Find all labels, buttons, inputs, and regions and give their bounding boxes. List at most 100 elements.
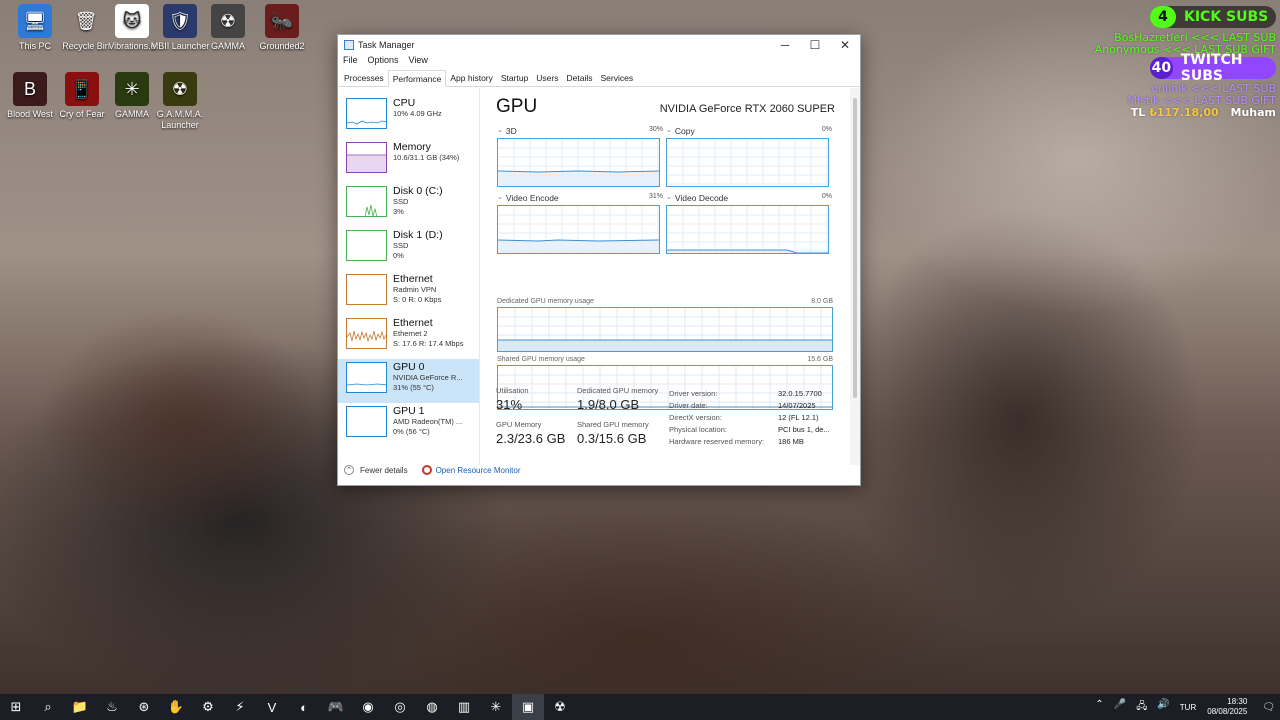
sidebar-item-detail: 3%	[393, 206, 404, 216]
menu-view[interactable]: View	[409, 55, 434, 69]
menu-options[interactable]: Options	[368, 55, 405, 69]
sidebar-item-disk-0-c[interactable]: Disk 0 (C:) SSD 3%	[338, 183, 479, 227]
maximize-button[interactable]: ☐	[800, 35, 830, 55]
sidebar-item-name: Memory	[393, 141, 431, 153]
sidebar-item-name: CPU	[393, 97, 416, 109]
tab-startup[interactable]: Startup	[497, 70, 532, 86]
twitch-subs-counter: 40 TWITCH SUBS	[1150, 52, 1276, 84]
desktop-icon[interactable]: B Blood West	[0, 72, 60, 120]
app-icon: B	[13, 72, 47, 106]
utilisation-label: Utilisation	[496, 386, 529, 395]
clock[interactable]: 18:30 08/08/2025	[1207, 697, 1247, 717]
system-tray: ⌃ 🎤 🖧 🔊 TUR 18:30 08/08/2025 🗨	[1090, 694, 1280, 720]
engine-graph-video-encode[interactable]: ⌄ Video Encode 31%	[497, 193, 663, 254]
sidebar-item-detail: NVIDIA GeForce R...	[393, 373, 463, 382]
network-icon[interactable]: 🖧	[1136, 699, 1147, 716]
taskbar-app-button[interactable]: ⚡	[224, 694, 256, 720]
taskbar-app-button[interactable]: ▣	[512, 694, 544, 720]
gpu-title: GPU	[496, 96, 538, 117]
tab-details[interactable]: Details	[563, 70, 597, 86]
taskbar-app-button[interactable]: ◎	[384, 694, 416, 720]
clock-time: 18:30	[1227, 697, 1248, 706]
tab-users[interactable]: Users	[532, 70, 562, 86]
scrollbar[interactable]	[850, 88, 860, 465]
sidebar-item-detail: S: 17.6 R: 17.4 Mbps	[393, 338, 464, 348]
show-hidden-icons[interactable]: ⌃	[1095, 699, 1103, 716]
engine-chevron-icon[interactable]: ⌄	[666, 193, 672, 205]
sidebar-thumbnail	[346, 186, 387, 217]
detail-key: Driver date:	[669, 401, 708, 410]
kick-subs-counter: 4 KICK SUBS	[1150, 6, 1276, 28]
volume-icon[interactable]: 🔊	[1157, 699, 1169, 716]
taskbar-app-button[interactable]: ⚙	[192, 694, 224, 720]
fewer-details-button[interactable]: ⌃ Fewer details	[344, 465, 408, 475]
taskbar-app-button[interactable]: ▥	[448, 694, 480, 720]
engine-graph-copy[interactable]: ⌄ Copy 0%	[666, 126, 832, 187]
desktop-icon[interactable]: ☢ G.A.M.M.A. Launcher	[150, 72, 210, 131]
engine-chart	[497, 205, 660, 254]
sidebar-thumbnail	[346, 230, 387, 261]
engine-graph-3d[interactable]: ⌄ 3D 30%	[497, 126, 663, 187]
detail-value: 14/07/2025	[778, 401, 816, 410]
engine-chevron-icon[interactable]: ⌄	[497, 193, 503, 205]
engine-chevron-icon[interactable]: ⌄	[666, 126, 672, 138]
title-bar[interactable]: Task Manager ─ ☐ ✕	[338, 35, 860, 55]
menu-file[interactable]: File	[343, 55, 364, 69]
tab-services[interactable]: Services	[596, 70, 637, 86]
app-icon: 📱	[65, 72, 99, 106]
sidebar-item-memory[interactable]: Memory 10.6/31.1 GB (34%)	[338, 139, 479, 183]
taskbar-app-button[interactable]: ♨	[96, 694, 128, 720]
desktop-icon-label: GAMMA	[210, 41, 245, 51]
donation-ticker: TL ₺117.18,00 Muham	[1131, 106, 1276, 119]
desktop-icon[interactable]: ☢ GAMMA	[198, 4, 258, 52]
app-icon: ☢	[211, 4, 245, 38]
app-icon: ☢	[163, 72, 197, 106]
tab-performance[interactable]: Performance	[387, 70, 447, 87]
engine-graph-video-decode[interactable]: ⌄ Video Decode 0%	[666, 193, 832, 254]
desktop-icon-label: Blood West	[7, 109, 53, 119]
language-indicator[interactable]: TUR	[1180, 703, 1196, 712]
sidebar-item-ethernet[interactable]: Ethernet Ethernet 2 S: 17.6 R: 17.4 Mbps	[338, 315, 479, 359]
taskbar-app-button[interactable]: ◐	[288, 694, 320, 720]
taskbar-app-button[interactable]: 📁	[64, 694, 96, 720]
sidebar-item-detail: 10% 4.09 GHz	[393, 109, 442, 118]
tab-bar: Processes Performance App history Startup Us…	[338, 70, 860, 87]
detail-value: 186 MB	[778, 437, 804, 446]
notification-icon[interactable]: 🗨	[1262, 702, 1275, 713]
sidebar-item-ethernet[interactable]: Ethernet Radmin VPN S: 0 R: 0 Kbps	[338, 271, 479, 315]
taskbar-app-button[interactable]: ⊛	[128, 694, 160, 720]
footer: ⌃ Fewer details Open Resource Monitor	[338, 455, 860, 485]
close-button[interactable]: ✕	[830, 35, 860, 55]
desktop-icon[interactable]: 🐜 Grounded2	[252, 4, 312, 52]
sidebar-item-gpu-1[interactable]: GPU 1 AMD Radeon(TM) ... 0% (56 °C)	[338, 403, 479, 447]
taskbar-app-button[interactable]: ◍	[416, 694, 448, 720]
engine-percent: 0%	[821, 193, 832, 200]
taskbar-app-button[interactable]: ☢	[544, 694, 576, 720]
engine-chevron-icon[interactable]: ⌄	[497, 126, 503, 138]
minimize-button[interactable]: ─	[770, 35, 800, 55]
tab-processes[interactable]: Processes	[340, 70, 388, 86]
taskbar-app-button[interactable]: ✋	[160, 694, 192, 720]
microphone-icon[interactable]: 🎤	[1114, 699, 1126, 716]
dedicated-memory-value: 1.9/8.0 GB	[577, 397, 640, 412]
gpu-model: NVIDIA GeForce RTX 2060 SUPER	[659, 103, 835, 115]
sidebar-thumbnail	[346, 406, 387, 437]
taskbar-app-button[interactable]: 🎮	[320, 694, 352, 720]
gpu-memory-label: GPU Memory	[496, 420, 542, 429]
open-resource-monitor-link[interactable]: Open Resource Monitor	[421, 465, 521, 475]
start-button[interactable]: ⊞	[0, 694, 32, 720]
search-button[interactable]: ⌕	[32, 694, 64, 720]
taskbar-app-button[interactable]: ✳	[480, 694, 512, 720]
dedicated-memory-label: Dedicated GPU memory	[577, 386, 659, 395]
taskbar-app-button[interactable]: V	[256, 694, 288, 720]
app-icon: 🖥	[18, 4, 52, 38]
sidebar-item-disk-1-d[interactable]: Disk 1 (D:) SSD 0%	[338, 227, 479, 271]
detail-row: Hardware reserved memory: 186 MB	[669, 437, 839, 449]
sidebar-item-detail: 0%	[393, 250, 404, 260]
tab-app-history[interactable]: App history	[446, 70, 497, 86]
taskbar-app-button[interactable]: ◉	[352, 694, 384, 720]
sidebar-thumbnail	[346, 362, 387, 393]
scrollbar-thumb[interactable]	[853, 98, 857, 398]
sidebar-item-cpu[interactable]: CPU 10% 4.09 GHz	[338, 95, 479, 139]
sidebar-item-gpu-0[interactable]: GPU 0 NVIDIA GeForce R... 31% (55 °C)	[338, 359, 479, 403]
